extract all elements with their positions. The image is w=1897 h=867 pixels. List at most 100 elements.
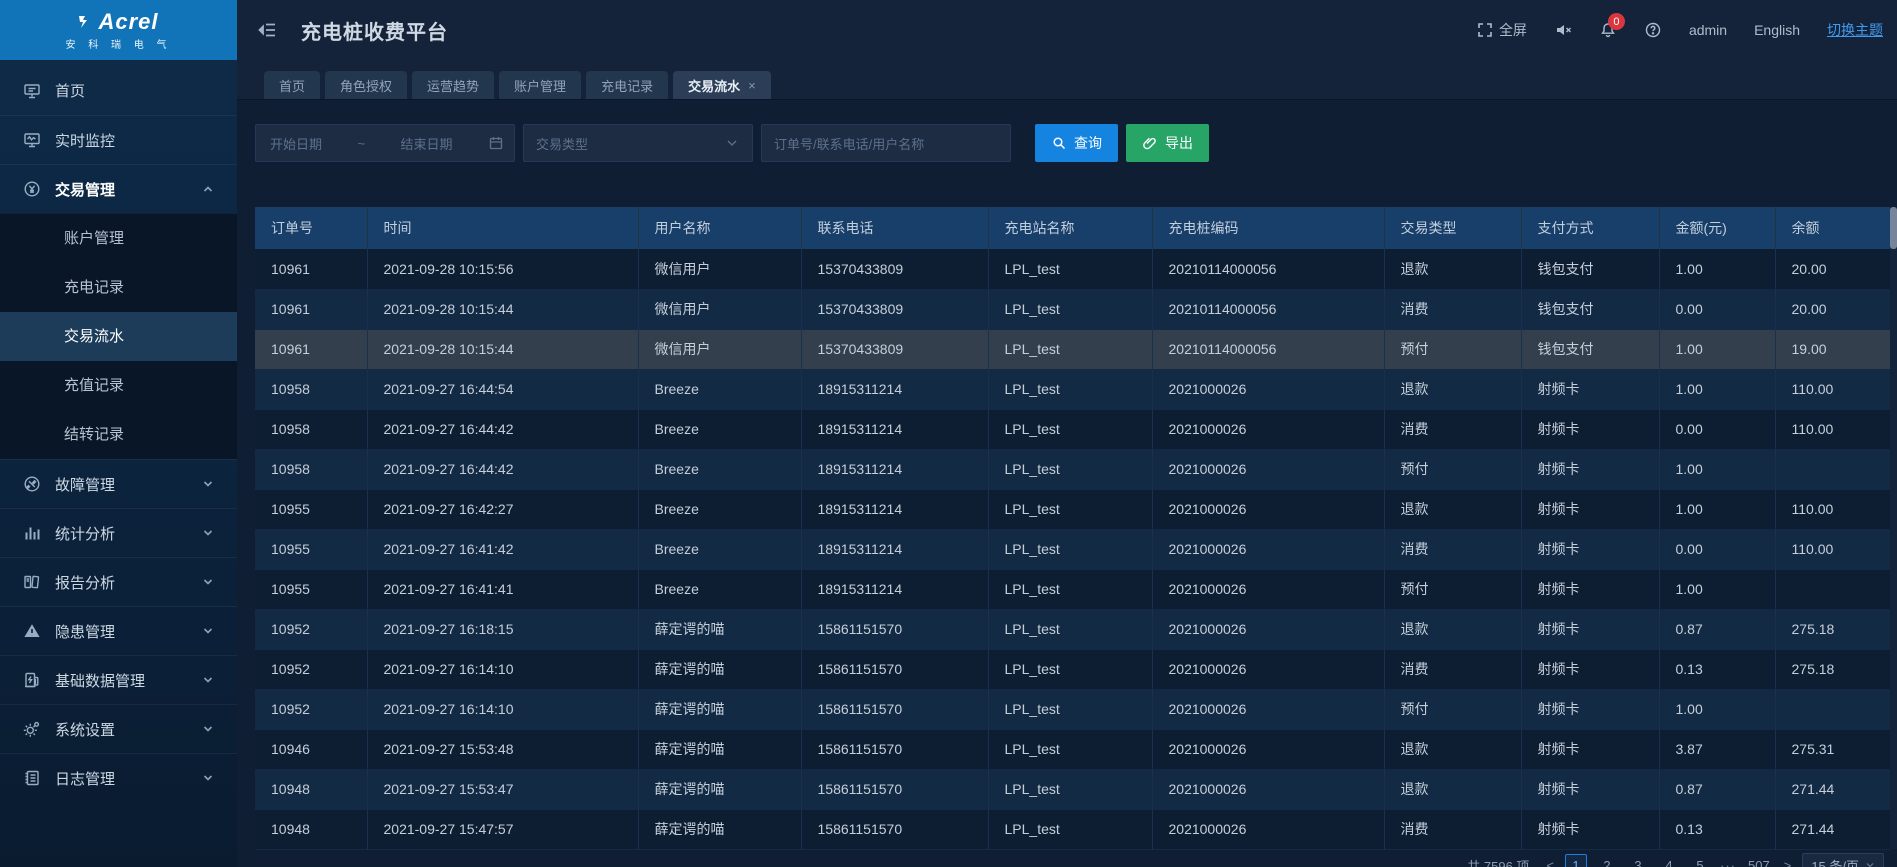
cell-balance: 20.00 bbox=[1775, 289, 1890, 329]
page-button-2[interactable]: 2 bbox=[1596, 854, 1618, 867]
table-row[interactable]: 109612021-09-28 10:15:44微信用户15370433809L… bbox=[255, 329, 1890, 369]
page-button-4[interactable]: 4 bbox=[1658, 854, 1680, 867]
notifications-bell-icon[interactable]: 0 bbox=[1599, 21, 1617, 39]
sidebar-subitem[interactable]: 结转记录 bbox=[0, 410, 237, 459]
vertical-scrollbar[interactable] bbox=[1890, 207, 1897, 849]
cell-pay_method: 射频卡 bbox=[1521, 809, 1659, 849]
cell-trans_type: 预付 bbox=[1384, 449, 1521, 489]
help-icon[interactable] bbox=[1644, 21, 1662, 39]
cell-user_name: Breeze bbox=[638, 489, 801, 529]
tab-3[interactable]: 账户管理 bbox=[499, 71, 581, 99]
collapse-sidebar-icon[interactable] bbox=[257, 19, 279, 41]
tab-label: 运营趋势 bbox=[427, 76, 479, 95]
sidebar-item-home[interactable]: 首页 bbox=[0, 66, 237, 115]
tab-0[interactable]: 首页 bbox=[264, 71, 320, 99]
table-row[interactable]: 109582021-09-27 16:44:42Breeze1891531121… bbox=[255, 449, 1890, 489]
keyword-search-input[interactable]: 订单号/联系电话/用户名称 bbox=[761, 124, 1011, 162]
cell-amount: 1.00 bbox=[1659, 489, 1775, 529]
table-row[interactable]: 109462021-09-27 15:53:48薛定谔的喵15861151570… bbox=[255, 729, 1890, 769]
date-range-picker[interactable]: 开始日期 ~ 结束日期 bbox=[255, 124, 515, 162]
cell-pile_code: 2021000026 bbox=[1152, 369, 1384, 409]
cell-user_name: 微信用户 bbox=[638, 329, 801, 369]
page-size-select[interactable]: 15 条/页 bbox=[1802, 853, 1884, 867]
table-row[interactable]: 109582021-09-27 16:44:54Breeze1891531121… bbox=[255, 369, 1890, 409]
cell-trans_type: 消费 bbox=[1384, 649, 1521, 689]
cell-balance: 275.18 bbox=[1775, 649, 1890, 689]
sidebar-subitem[interactable]: 交易流水 bbox=[0, 312, 237, 361]
search-button-label: 查询 bbox=[1074, 133, 1102, 153]
sidebar-subitem[interactable]: 充电记录 bbox=[0, 263, 237, 312]
cell-time: 2021-09-27 16:14:10 bbox=[367, 649, 638, 689]
tab-1[interactable]: 角色授权 bbox=[325, 71, 407, 99]
yuan-circle-icon bbox=[22, 179, 42, 199]
cell-user_name: 微信用户 bbox=[638, 249, 801, 289]
sidebar-item-label: 首页 bbox=[55, 80, 215, 101]
page-button-1[interactable]: 1 bbox=[1565, 854, 1587, 867]
cell-phone: 18915311214 bbox=[801, 569, 988, 609]
theme-toggle-link[interactable]: 切换主题 bbox=[1827, 20, 1883, 40]
cell-order_no: 10958 bbox=[255, 409, 367, 449]
sidebar-item-settings[interactable]: 系统设置 bbox=[0, 704, 237, 753]
table-row[interactable]: 109582021-09-27 16:44:42Breeze1891531121… bbox=[255, 409, 1890, 449]
cell-pay_method: 射频卡 bbox=[1521, 769, 1659, 809]
sidebar-menu: 首页实时监控交易管理账户管理充电记录交易流水充值记录结转记录故障管理统计分析报告… bbox=[0, 60, 237, 867]
table-row[interactable]: 109552021-09-27 16:41:41Breeze1891531121… bbox=[255, 569, 1890, 609]
tab-4[interactable]: 充电记录 bbox=[586, 71, 668, 99]
table-row[interactable]: 109612021-09-28 10:15:44微信用户15370433809L… bbox=[255, 289, 1890, 329]
date-start-placeholder: 开始日期 bbox=[270, 134, 322, 153]
table-row[interactable]: 109482021-09-27 15:53:47薛定谔的喵15861151570… bbox=[255, 769, 1890, 809]
logbook-icon bbox=[22, 768, 42, 788]
table-row[interactable]: 109552021-09-27 16:41:42Breeze1891531121… bbox=[255, 529, 1890, 569]
mute-icon[interactable] bbox=[1554, 21, 1572, 39]
sidebar-item-basedata[interactable]: 基础数据管理 bbox=[0, 655, 237, 704]
table-row[interactable]: 109482021-09-27 15:47:57薛定谔的喵15861151570… bbox=[255, 809, 1890, 849]
table-row[interactable]: 109522021-09-27 16:14:10薛定谔的喵15861151570… bbox=[255, 649, 1890, 689]
user-menu[interactable]: admin bbox=[1689, 22, 1727, 38]
acrel-logo-icon bbox=[78, 14, 94, 30]
date-end-placeholder: 结束日期 bbox=[401, 134, 453, 153]
sidebar-subitem[interactable]: 充值记录 bbox=[0, 361, 237, 410]
cell-time: 2021-09-27 16:41:42 bbox=[367, 529, 638, 569]
sidebar-item-transaction[interactable]: 交易管理 bbox=[0, 164, 237, 213]
cell-amount: 0.87 bbox=[1659, 609, 1775, 649]
sidebar-item-hazard[interactable]: 隐患管理 bbox=[0, 606, 237, 655]
export-button[interactable]: 导出 bbox=[1126, 124, 1209, 162]
sidebar-item-stats[interactable]: 统计分析 bbox=[0, 508, 237, 557]
search-button[interactable]: 查询 bbox=[1035, 124, 1118, 162]
cell-balance: 271.44 bbox=[1775, 769, 1890, 809]
tab-close-icon[interactable]: × bbox=[748, 78, 756, 93]
table-row[interactable]: 109522021-09-27 16:18:15薛定谔的喵15861151570… bbox=[255, 609, 1890, 649]
prev-page-button[interactable]: < bbox=[1544, 858, 1556, 867]
tab-2[interactable]: 运营趋势 bbox=[412, 71, 494, 99]
cell-pay_method: 射频卡 bbox=[1521, 489, 1659, 529]
table-row[interactable]: 109522021-09-27 16:14:10薛定谔的喵15861151570… bbox=[255, 689, 1890, 729]
sidebar-item-realtime[interactable]: 实时监控 bbox=[0, 115, 237, 164]
cell-pile_code: 2021000026 bbox=[1152, 569, 1384, 609]
language-switcher[interactable]: English bbox=[1754, 22, 1800, 38]
sidebar-subitem[interactable]: 账户管理 bbox=[0, 214, 237, 263]
cell-balance: 275.31 bbox=[1775, 729, 1890, 769]
cell-pay_method: 射频卡 bbox=[1521, 449, 1659, 489]
next-page-button[interactable]: > bbox=[1782, 858, 1794, 867]
transaction-type-select[interactable]: 交易类型 bbox=[523, 124, 753, 162]
scrollbar-thumb[interactable] bbox=[1890, 207, 1897, 249]
cell-pile_code: 2021000026 bbox=[1152, 729, 1384, 769]
page-button-507[interactable]: 507 bbox=[1745, 854, 1773, 867]
tab-5[interactable]: 交易流水× bbox=[673, 71, 771, 99]
cell-station: LPL_test bbox=[988, 809, 1152, 849]
tab-bar: 首页角色授权 运营趋势 账户管理充电记录交易流水× bbox=[237, 60, 1897, 100]
cell-trans_type: 预付 bbox=[1384, 689, 1521, 729]
cell-station: LPL_test bbox=[988, 569, 1152, 609]
sidebar-item-logs[interactable]: 日志管理 bbox=[0, 753, 237, 802]
sidebar-item-report[interactable]: 报告分析 bbox=[0, 557, 237, 606]
cell-pile_code: 2021000026 bbox=[1152, 809, 1384, 849]
table-row[interactable]: 109552021-09-27 16:42:27Breeze1891531121… bbox=[255, 489, 1890, 529]
sidebar-item-label: 隐患管理 bbox=[55, 621, 201, 642]
sidebar-item-fault[interactable]: 故障管理 bbox=[0, 459, 237, 508]
page-button-5[interactable]: 5 bbox=[1689, 854, 1711, 867]
cell-trans_type: 退款 bbox=[1384, 249, 1521, 289]
cell-pile_code: 2021000026 bbox=[1152, 449, 1384, 489]
fullscreen-button[interactable]: 全屏 bbox=[1476, 20, 1527, 40]
page-button-3[interactable]: 3 bbox=[1627, 854, 1649, 867]
table-row[interactable]: 109612021-09-28 10:15:56微信用户15370433809L… bbox=[255, 249, 1890, 289]
